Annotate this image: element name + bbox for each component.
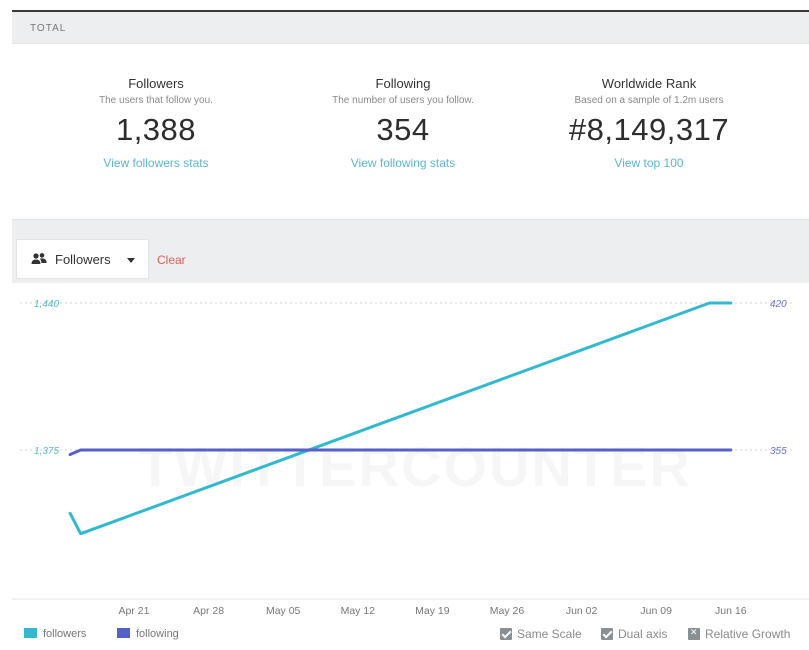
relative-growth-checkbox[interactable]: Relative Growth [688, 627, 790, 641]
legend-swatch [117, 628, 130, 638]
legend-item-following[interactable]: following [117, 628, 179, 640]
option-label: Relative Growth [705, 627, 791, 641]
x-tick-label: Apr 28 [193, 605, 224, 617]
y-left-tick-label: 1,375 [34, 446, 59, 457]
line-chart: TWITTERCOUNTER 1,375 1,440 355 420 Apr 21 Apr… [12, 299, 809, 617]
y-right-tick-label: 355 [770, 446, 787, 457]
x-tick-label: May 19 [415, 605, 450, 617]
option-label: Same Scale [517, 627, 582, 641]
checkbox-checked-icon [601, 628, 613, 640]
x-tick-label: May 05 [266, 605, 301, 617]
y-right-tick-label: 420 [770, 299, 787, 310]
dual-axis-checkbox[interactable]: Dual axis [601, 627, 667, 641]
same-scale-checkbox[interactable]: Same Scale [500, 627, 582, 641]
legend-label: following [136, 628, 179, 640]
x-tick-label: Jun 16 [715, 605, 747, 617]
option-label: Dual axis [618, 627, 668, 641]
x-tick-label: Jun 02 [566, 605, 598, 617]
series-line-followers [68, 301, 733, 536]
legend-item-followers[interactable]: followers [24, 628, 86, 640]
x-tick-label: Jun 09 [640, 605, 672, 617]
x-tick-label: May 26 [490, 605, 525, 617]
watermark-text: TWITTERCOUNTER [138, 435, 692, 498]
y-left-tick-label: 1,440 [34, 299, 59, 310]
x-tick-label: Apr 21 [119, 605, 150, 617]
checkbox-unchecked-icon [688, 627, 700, 640]
checkbox-checked-icon [500, 628, 512, 640]
legend-label: followers [43, 628, 87, 640]
legend-swatch [24, 628, 37, 638]
x-tick-label: May 12 [341, 605, 376, 617]
